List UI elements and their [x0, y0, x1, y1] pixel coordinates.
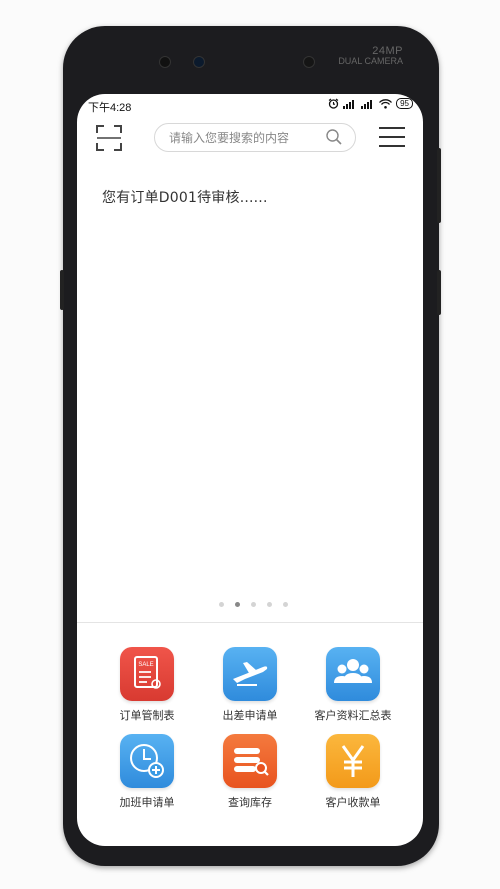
stock-search-icon [223, 734, 277, 788]
power-button [437, 148, 441, 223]
signal-icon [343, 99, 355, 109]
signal-icon-2 [361, 99, 373, 109]
menu-icon[interactable] [379, 127, 405, 147]
camera-label-dual: DUAL CAMERA [338, 56, 403, 66]
alarm-icon [328, 98, 339, 109]
carousel-dot-active[interactable] [235, 602, 240, 607]
menu-item-label: 客户收款单 [325, 796, 381, 809]
sale-document-icon: SALE [120, 647, 174, 701]
search-box[interactable] [154, 123, 356, 152]
volume-button [60, 270, 64, 310]
wifi-icon [379, 98, 393, 109]
menu-item-customer-summary[interactable]: 客户资料汇总表 [303, 647, 403, 737]
menu-item-label: 加班申请单 [119, 796, 175, 809]
menu-item-label: 客户资料汇总表 [314, 709, 392, 722]
svg-text:SALE: SALE [138, 662, 153, 668]
search-icon[interactable] [326, 129, 342, 145]
camera-bar: 24MP DUAL CAMERA [63, 26, 439, 90]
camera-label: 24MP DUAL CAMERA [338, 45, 403, 67]
notice-message[interactable]: 您有订单D001待审核...... [102, 187, 268, 207]
carousel-dot[interactable] [251, 602, 256, 607]
front-camera-icon [193, 56, 205, 68]
battery-indicator: 95 [396, 98, 413, 109]
yen-icon [326, 734, 380, 788]
app-screen: 下午4:28 95 您有订单D001待审核...... [77, 94, 423, 846]
carousel-dot[interactable] [283, 602, 288, 607]
sensor-icon [159, 56, 171, 68]
menu-item-label: 查询库存 [228, 796, 272, 809]
carousel-dot[interactable] [219, 602, 224, 607]
status-icons: 95 [328, 98, 413, 109]
status-time: 下午4:28 [88, 102, 132, 114]
menu-item-label: 出差申请单 [222, 709, 278, 722]
menu-item-overtime-request[interactable]: 加班申请单 [97, 734, 197, 824]
search-input[interactable] [169, 124, 319, 151]
side-button [437, 270, 441, 315]
clock-plus-icon [120, 734, 174, 788]
scan-icon[interactable] [95, 124, 123, 152]
carousel-dot[interactable] [267, 602, 272, 607]
status-bar: 下午4:28 95 [77, 94, 423, 116]
flash-icon [303, 56, 315, 68]
header-bar [77, 116, 423, 160]
menu-item-label: 订单管制表 [119, 709, 175, 722]
camera-label-megapixel: 24MP [372, 45, 403, 57]
menu-item-customer-receipt[interactable]: 客户收款单 [303, 734, 403, 824]
menu-item-stock-query[interactable]: 查询库存 [200, 734, 300, 824]
menu-item-travel-request[interactable]: 出差申请单 [200, 647, 300, 737]
people-group-icon [326, 647, 380, 701]
divider [77, 622, 423, 623]
airplane-icon [223, 647, 277, 701]
carousel-indicator [219, 602, 288, 607]
menu-item-order-control[interactable]: SALE 订单管制表 [97, 647, 197, 737]
